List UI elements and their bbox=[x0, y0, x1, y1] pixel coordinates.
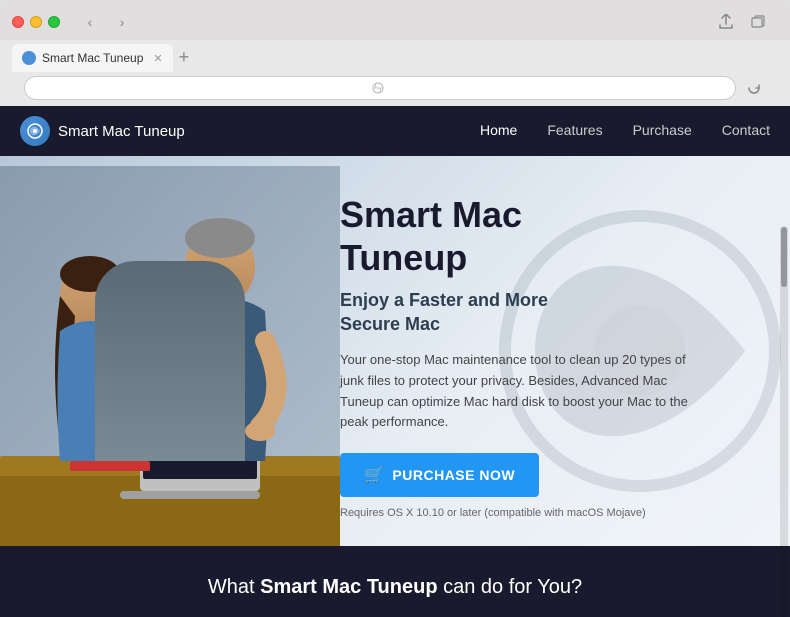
features-title-suffix: can do for You? bbox=[443, 576, 582, 598]
logo-icon bbox=[20, 116, 50, 146]
new-tab-button[interactable]: + bbox=[179, 47, 190, 72]
purchase-btn-label: PURCHASE NOW bbox=[392, 467, 515, 483]
browser-window: ‹ › Smart Mac Tuneup ✕ bbox=[0, 0, 790, 617]
features-section: What Smart Mac Tuneup can do for You? bbox=[0, 546, 790, 617]
back-button[interactable]: ‹ bbox=[76, 12, 104, 32]
scrollbar-thumb[interactable] bbox=[781, 227, 787, 287]
hero-content: Smart MacTuneup Enjoy a Faster and MoreS… bbox=[300, 156, 720, 546]
address-bar-row bbox=[12, 72, 778, 106]
nav-buttons: ‹ › bbox=[76, 12, 136, 32]
browser-tab[interactable]: Smart Mac Tuneup ✕ bbox=[12, 44, 173, 72]
logo-text: Smart Mac Tuneup bbox=[58, 123, 185, 140]
site-nav: Smart Mac Tuneup Home Features Purchase … bbox=[0, 106, 790, 156]
tab-favicon bbox=[22, 51, 36, 65]
nav-home[interactable]: Home bbox=[480, 122, 517, 140]
hero-image bbox=[0, 166, 340, 546]
hero-section: Smart MacTuneup Enjoy a Faster and MoreS… bbox=[0, 156, 790, 546]
tab-title: Smart Mac Tuneup bbox=[42, 51, 143, 65]
purchase-now-button[interactable]: 🛒 PURCHASE NOW bbox=[340, 453, 539, 497]
address-bar[interactable] bbox=[24, 76, 736, 100]
window-button[interactable] bbox=[746, 10, 770, 34]
share-button[interactable] bbox=[714, 10, 738, 34]
features-title-bold: Smart Mac Tuneup bbox=[260, 576, 437, 598]
nav-links: Home Features Purchase Contact bbox=[480, 122, 770, 140]
website-content: Smart Mac Tuneup Home Features Purchase … bbox=[0, 106, 790, 617]
scrollbar[interactable] bbox=[780, 226, 788, 617]
requirement-text: Requires OS X 10.10 or later (compatible… bbox=[340, 507, 690, 519]
features-title: What Smart Mac Tuneup can do for You? bbox=[20, 576, 770, 599]
nav-purchase[interactable]: Purchase bbox=[633, 122, 692, 140]
close-button[interactable] bbox=[12, 16, 24, 28]
nav-features[interactable]: Features bbox=[547, 122, 602, 140]
hero-title: Smart MacTuneup bbox=[340, 193, 690, 279]
forward-button[interactable]: › bbox=[108, 12, 136, 32]
traffic-lights bbox=[12, 16, 60, 28]
hero-subtitle: Enjoy a Faster and MoreSecure Mac bbox=[340, 289, 690, 336]
cart-icon: 🛒 bbox=[364, 465, 384, 485]
maximize-button[interactable] bbox=[48, 16, 60, 28]
hero-description: Your one-stop Mac maintenance tool to cl… bbox=[340, 350, 690, 433]
tab-close[interactable]: ✕ bbox=[153, 52, 162, 65]
reload-button[interactable] bbox=[742, 76, 766, 100]
minimize-button[interactable] bbox=[30, 16, 42, 28]
title-bar: ‹ › bbox=[0, 0, 790, 40]
features-title-plain: What bbox=[208, 576, 260, 598]
nav-contact[interactable]: Contact bbox=[722, 122, 770, 140]
site-logo: Smart Mac Tuneup bbox=[20, 116, 185, 146]
